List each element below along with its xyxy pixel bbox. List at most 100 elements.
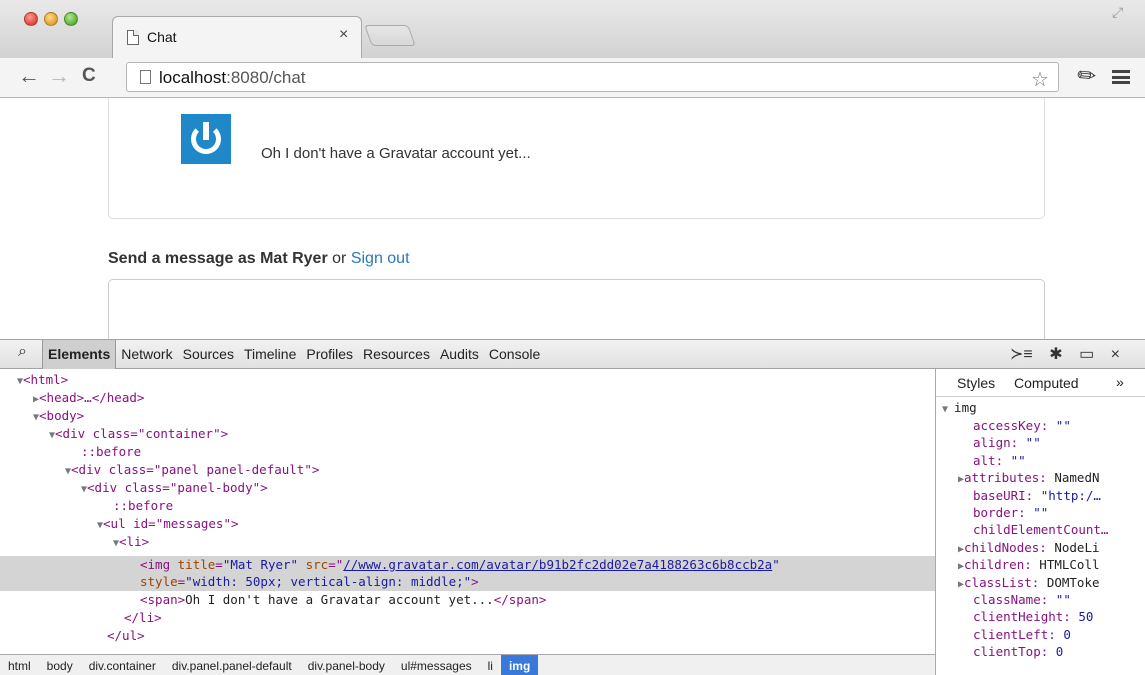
devtools-tab-sources[interactable]: Sources: [178, 340, 239, 369]
window-close-button[interactable]: [24, 12, 38, 26]
message-input[interactable]: [108, 279, 1045, 339]
more-tabs-icon[interactable]: »: [1116, 374, 1124, 390]
dom-pseudo-before[interactable]: ::before: [113, 497, 173, 515]
console-drawer-icon[interactable]: ≻≡: [1010, 346, 1033, 363]
property-value: 0: [1055, 626, 1071, 642]
tab-close-icon[interactable]: ×: [339, 26, 348, 44]
breadcrumb-item[interactable]: ul#messages: [393, 659, 480, 673]
property-value: "": [1003, 452, 1026, 468]
property-row[interactable]: ▶attributes: NamedN: [958, 469, 1100, 486]
breadcrumb-item[interactable]: body: [39, 659, 81, 673]
breadcrumb-item[interactable]: html: [0, 659, 39, 673]
breadcrumb-item[interactable]: div.container: [81, 659, 164, 673]
property-name: border:: [973, 505, 1026, 520]
devtools-tab-resources[interactable]: Resources: [358, 340, 435, 369]
property-value: 0: [1048, 644, 1064, 660]
property-row[interactable]: ▶children: HTMLColl: [958, 556, 1100, 573]
dom-close-li[interactable]: </li>: [124, 609, 162, 627]
dom-tag: <ul id="messages">: [103, 516, 239, 531]
breadcrumb-item[interactable]: li: [480, 659, 501, 673]
property-name: clientHeight:: [973, 609, 1071, 625]
dom-node-img-style[interactable]: style="width: 50px; vertical-align: midd…: [140, 573, 479, 591]
dom-node-head[interactable]: ▶<head>…</head>: [33, 389, 144, 407]
dom-tag: <div class="panel panel-default">: [71, 462, 320, 477]
dom-node-li[interactable]: ▼<li>: [113, 533, 149, 551]
breadcrumb-item[interactable]: div.panel.panel-default: [164, 659, 300, 673]
property-row[interactable]: align: "": [973, 434, 1041, 451]
inspect-search-icon[interactable]: ⌕: [18, 343, 27, 361]
messages-panel: Oh I don't have a Gravatar account yet..…: [108, 98, 1045, 219]
element-header[interactable]: ▼ img: [942, 399, 977, 416]
menu-icon[interactable]: [1112, 70, 1130, 84]
bookmark-star-icon[interactable]: ☆: [1031, 67, 1049, 92]
dom-node-ul[interactable]: ▼<ul id="messages">: [97, 515, 239, 533]
dom-node-container[interactable]: ▼<div class="container">: [49, 425, 228, 443]
page-viewport: Oh I don't have a Gravatar account yet..…: [0, 98, 1145, 339]
devtools-close-icon[interactable]: ×: [1111, 346, 1120, 363]
property-value: "": [1048, 418, 1071, 433]
sign-out-link[interactable]: Sign out: [351, 250, 410, 267]
property-value: HTMLColl: [1031, 557, 1100, 573]
url-path: :8080/chat: [226, 68, 306, 87]
property-row[interactable]: className: "": [973, 591, 1071, 608]
dom-node-body[interactable]: ▼<body>: [33, 407, 84, 425]
settings-gear-icon[interactable]: ✱: [1049, 346, 1062, 363]
new-tab-button[interactable]: [364, 25, 416, 46]
dom-pseudo-before[interactable]: ::before: [81, 443, 141, 461]
dom-attr: src: [305, 557, 329, 572]
fullscreen-icon[interactable]: ⤢: [1112, 4, 1123, 21]
property-row[interactable]: alt: "": [973, 452, 1026, 469]
breadcrumb-item[interactable]: img: [500, 654, 539, 675]
address-bar[interactable]: localhost:8080/chat ☆: [126, 62, 1059, 92]
property-row[interactable]: childElementCount…: [973, 521, 1108, 538]
dom-node-img[interactable]: <img title="Mat Ryer" src="//www.gravata…: [140, 556, 780, 574]
property-row[interactable]: ▶childNodes: NodeLi: [958, 539, 1100, 556]
dom-tag: <li>: [119, 534, 150, 549]
devtools-tab-elements[interactable]: Elements: [42, 340, 117, 369]
dom-quote: ": [772, 557, 780, 572]
user-name: Mat Ryer: [260, 250, 328, 267]
breadcrumb-item[interactable]: div.panel-body: [300, 659, 393, 673]
dom-tag: </span>: [493, 592, 547, 607]
dom-node-html[interactable]: ▼<html>: [17, 371, 68, 389]
dom-node-panel-body[interactable]: ▼<div class="panel-body">: [81, 479, 268, 497]
gravatar-avatar: [181, 114, 231, 164]
back-button[interactable]: ←: [18, 63, 40, 89]
dock-side-icon[interactable]: ▭: [1079, 346, 1094, 363]
property-name: accessKey:: [973, 418, 1049, 433]
devtools-tab-network[interactable]: Network: [116, 340, 177, 369]
devtools-tab-profiles[interactable]: Profiles: [301, 340, 358, 369]
property-row[interactable]: clientHeight: 50: [973, 608, 1093, 625]
devtools-tab-console[interactable]: Console: [484, 340, 545, 369]
property-value: DOMToke: [1039, 574, 1100, 590]
dom-node-span[interactable]: <span>Oh I don't have a Gravatar account…: [140, 591, 546, 609]
property-name: align:: [973, 435, 1019, 451]
dom-tag: <head>…</head>: [39, 390, 145, 405]
property-name: classList:: [964, 574, 1040, 590]
devtools-tab-audits[interactable]: Audits: [435, 340, 484, 369]
gravatar-url-link[interactable]: //www.gravatar.com/avatar/b91b2fc2dd02e7…: [343, 557, 772, 572]
expand-arrow-icon[interactable]: ▼: [942, 404, 954, 415]
window-zoom-button[interactable]: [64, 12, 78, 26]
property-row[interactable]: ▶classList: DOMToke: [958, 574, 1100, 591]
tab-styles[interactable]: Styles: [957, 375, 995, 391]
dom-close-ul[interactable]: </ul>: [107, 627, 145, 645]
property-row[interactable]: clientTop: 0: [973, 643, 1063, 660]
property-row[interactable]: baseURI: "http:/…: [973, 487, 1101, 504]
property-value: "": [1048, 592, 1071, 607]
devtools-tab-timeline[interactable]: Timeline: [239, 340, 301, 369]
tab-computed[interactable]: Computed: [1014, 375, 1079, 391]
reload-button[interactable]: C: [82, 65, 96, 87]
window-minimize-button[interactable]: [44, 12, 58, 26]
browser-tab-chat[interactable]: Chat ×: [112, 16, 362, 58]
dom-equals: =: [215, 557, 223, 572]
property-name: clientTop:: [973, 644, 1049, 660]
property-row[interactable]: border: "": [973, 504, 1048, 521]
property-row[interactable]: accessKey: "": [973, 417, 1071, 434]
property-row[interactable]: clientLeft: 0: [973, 626, 1071, 643]
dom-attr: title: [177, 557, 216, 572]
dom-tag: <div class="container">: [55, 426, 229, 441]
forward-button[interactable]: →: [48, 63, 70, 89]
dom-attr-value: "Mat Ryer": [222, 557, 299, 572]
dom-node-panel[interactable]: ▼<div class="panel panel-default">: [65, 461, 319, 479]
